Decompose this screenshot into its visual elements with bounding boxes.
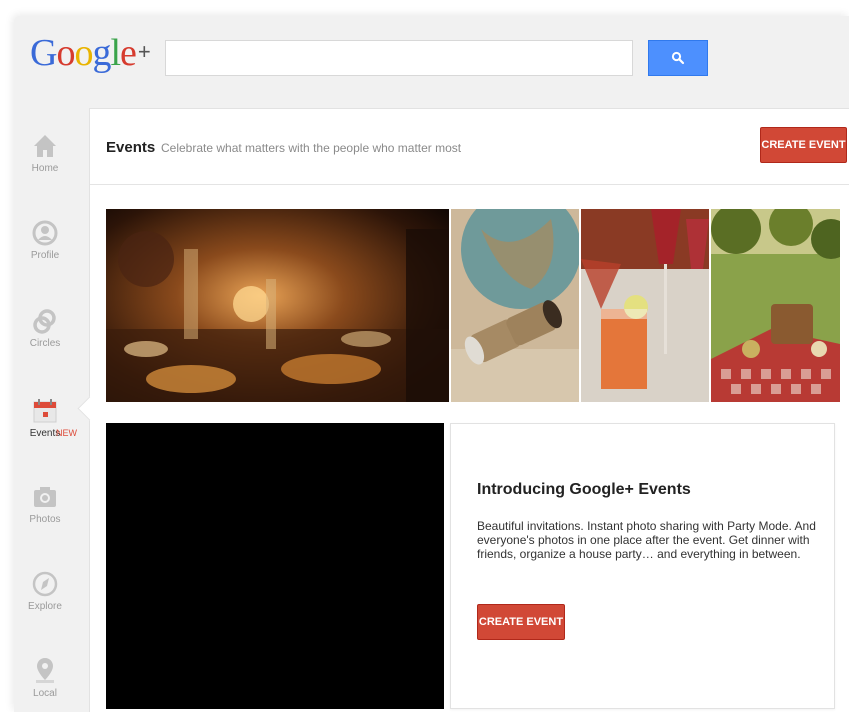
nav-label-local: Local: [33, 688, 57, 699]
nav-label-home: Home: [31, 163, 59, 174]
profile-icon: [32, 220, 58, 246]
search-button[interactable]: [648, 40, 708, 76]
events-banner: [106, 209, 840, 402]
new-badge: NEW: [56, 428, 77, 438]
intro-body: Beautiful invitations. Instant photo sha…: [477, 519, 816, 561]
page-title: Events: [106, 139, 156, 156]
active-nav-pointer: [77, 396, 102, 421]
main-panel: Events Celebrate what matters with the p…: [77, 108, 849, 712]
cocktails-photo: [581, 209, 709, 402]
nav-item-events[interactable]: NEW Events: [14, 398, 77, 439]
circles-icon: [33, 309, 56, 334]
intro-card: Introducing Google+ Events Beautiful inv…: [450, 423, 835, 709]
nav-label-profile: Profile: [30, 250, 60, 261]
nav-item-explore[interactable]: Explore: [14, 571, 76, 612]
camera-icon: [34, 487, 56, 507]
nav-item-home[interactable]: Home: [14, 133, 76, 174]
search-input[interactable]: [165, 40, 633, 76]
video-player[interactable]: [106, 423, 444, 709]
page-header: Events Celebrate what matters with the p…: [90, 109, 849, 185]
google-plus-logo[interactable]: Google+: [30, 34, 151, 72]
page-subtitle: Celebrate what matters with the people w…: [161, 141, 462, 155]
home-icon: [34, 135, 56, 157]
binoculars-globe-photo: [451, 209, 579, 402]
nav-item-circles[interactable]: Circles: [14, 308, 76, 349]
intro-title: Introducing Google+ Events: [477, 481, 691, 498]
nav-label-explore: Explore: [28, 601, 62, 612]
create-event-button-intro[interactable]: CREATE EVENT: [477, 604, 565, 640]
search-icon: [671, 51, 685, 65]
nav-item-local[interactable]: Local: [14, 656, 76, 699]
nav-item-photos[interactable]: Photos: [14, 484, 76, 525]
calendar-icon: [33, 399, 57, 423]
nav-label-circles: Circles: [29, 338, 61, 349]
map-pin-icon: [36, 658, 54, 683]
picnic-photo: [711, 209, 840, 402]
nav-item-profile[interactable]: Profile: [14, 220, 76, 261]
app-window: Google+ Home Profile Circles NEW Events …: [14, 16, 849, 712]
nav-label-photos: Photos: [29, 514, 61, 525]
compass-icon: [32, 571, 58, 597]
create-event-button[interactable]: CREATE EVENT: [760, 127, 847, 163]
dinner-party-photo: [106, 209, 449, 402]
